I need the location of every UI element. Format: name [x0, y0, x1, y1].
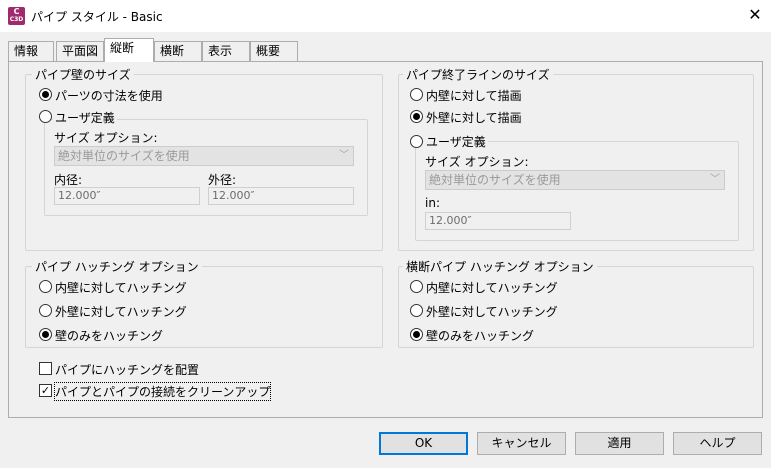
pipe-hatch-walls-label: 壁のみをハッチング	[55, 329, 164, 343]
cleanup-connections-label: パイプとパイプの接続をクリーンアップ	[53, 382, 272, 401]
tab-summary[interactable]: 概要	[250, 41, 298, 61]
help-button[interactable]: ヘルプ	[673, 432, 762, 455]
wall-user-defined-label: ユーザ定義	[53, 109, 117, 126]
cleanup-connections-checkbox[interactable]: ✓	[39, 384, 52, 397]
draw-to-inner-label: 内壁に対して描画	[426, 89, 522, 103]
draw-to-inner-radio[interactable]	[410, 88, 423, 101]
ok-button[interactable]: OK	[379, 432, 468, 455]
inner-diameter-field[interactable]: 12.000″	[54, 187, 200, 205]
window-title: パイプ スタイル - Basic	[31, 10, 163, 24]
end-in-field[interactable]: 12.000″	[425, 212, 571, 230]
pipe-wall-size-title: パイプ壁のサイズ	[32, 66, 134, 83]
crossing-hatch-outer-label: 外壁に対してハッチング	[426, 305, 558, 319]
draw-to-outer-radio[interactable]	[410, 110, 423, 123]
chevron-down-icon: ﹀	[710, 174, 720, 185]
tab-profile[interactable]: 縦断	[104, 38, 154, 62]
cancel-button[interactable]: キャンセル	[477, 432, 566, 455]
wall-size-options-value: 絶対単位のサイズを使用	[58, 149, 190, 163]
pipe-end-line-title: パイプ終了ラインのサイズ	[403, 66, 553, 83]
end-in-label: in:	[425, 196, 440, 210]
app-icon-sub: C3D	[9, 16, 24, 23]
civil3d-app-icon: C C3D	[8, 7, 25, 25]
crossing-hatch-title: 横断パイプ ハッチング オプション	[403, 258, 597, 275]
outer-diameter-label: 外径:	[208, 173, 237, 187]
place-hatching-checkbox[interactable]	[39, 362, 52, 375]
pipe-hatch-walls-radio[interactable]	[39, 328, 52, 341]
pipe-hatch-outer-label: 外壁に対してハッチング	[55, 305, 187, 319]
crossing-hatch-walls-radio[interactable]	[410, 328, 423, 341]
crossing-hatch-outer-radio[interactable]	[410, 304, 423, 317]
use-part-dims-radio[interactable]	[39, 88, 52, 101]
inner-diameter-label: 内径:	[54, 173, 83, 187]
tab-info[interactable]: 情報	[8, 41, 54, 61]
outer-diameter-field[interactable]: 12.000″	[208, 187, 354, 205]
end-user-defined-label: ユーザ定義	[424, 133, 488, 150]
apply-button[interactable]: 適用	[575, 432, 664, 455]
app-icon-letter: C	[13, 7, 20, 16]
end-size-options-value: 絶対単位のサイズを使用	[429, 173, 561, 187]
pipe-hatch-inner-radio[interactable]	[39, 280, 52, 293]
draw-to-outer-label: 外壁に対して描画	[426, 111, 522, 125]
crossing-hatch-walls-label: 壁のみをハッチング	[426, 329, 535, 343]
crossing-hatch-inner-label: 内壁に対してハッチング	[426, 281, 558, 295]
end-user-defined-radio[interactable]	[410, 135, 423, 148]
pipe-hatch-inner-label: 内壁に対してハッチング	[55, 281, 187, 295]
end-size-options-label: サイズ オプション:	[425, 155, 529, 169]
chevron-down-icon: ﹀	[339, 150, 349, 161]
wall-size-options-select[interactable]: 絶対単位のサイズを使用 ﹀	[54, 146, 354, 166]
place-hatching-label: パイプにハッチングを配置	[55, 363, 200, 377]
wall-size-options-label: サイズ オプション:	[54, 131, 158, 145]
pipe-hatch-outer-radio[interactable]	[39, 304, 52, 317]
tab-section[interactable]: 横断	[154, 41, 202, 61]
tab-plan[interactable]: 平面図	[56, 41, 104, 61]
pipe-hatch-title: パイプ ハッチング オプション	[32, 258, 202, 275]
crossing-hatch-inner-radio[interactable]	[410, 280, 423, 293]
tab-display[interactable]: 表示	[202, 41, 250, 61]
close-icon[interactable]: ✕	[744, 4, 766, 26]
end-size-options-select[interactable]: 絶対単位のサイズを使用 ﹀	[425, 170, 725, 190]
wall-user-defined-radio[interactable]	[39, 110, 52, 123]
use-part-dims-label: パーツの寸法を使用	[55, 89, 163, 103]
